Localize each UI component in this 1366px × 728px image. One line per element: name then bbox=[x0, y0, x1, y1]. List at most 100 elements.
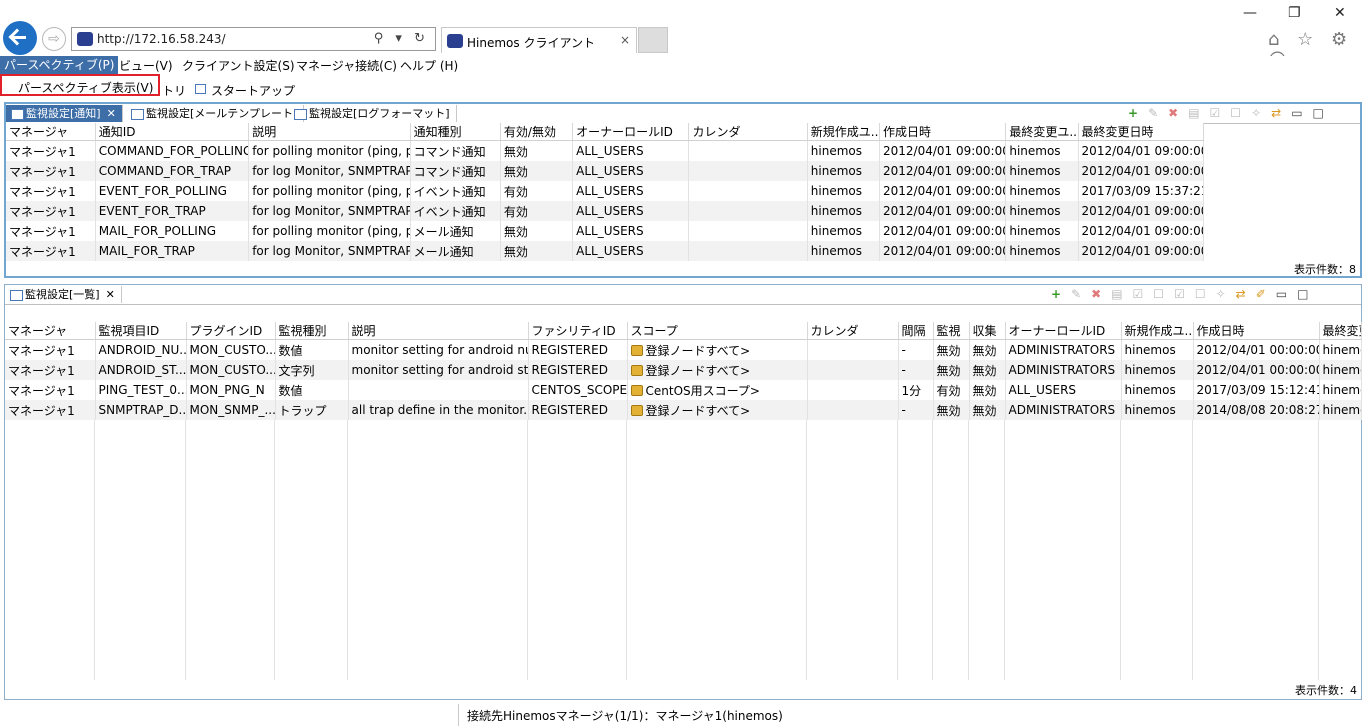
table-cell: monitor setting for android nu... bbox=[348, 339, 529, 360]
column-header[interactable]: 収集 bbox=[969, 322, 1006, 340]
tab-notification[interactable]: 監視設定[通知] ✕ bbox=[6, 105, 123, 122]
minimize-icon[interactable]: — bbox=[1243, 5, 1257, 21]
menu-client-settings[interactable]: クライアント設定(S) bbox=[182, 57, 295, 74]
column-header[interactable]: 監視 bbox=[933, 322, 970, 340]
table-cell: MAIL_FOR_TRAP bbox=[95, 241, 250, 261]
column-header[interactable]: 有効/無効 bbox=[500, 123, 574, 141]
address-tools-icon[interactable]: ⚲ ▾ ↻ bbox=[374, 31, 429, 46]
table-cell: 1分 bbox=[898, 380, 934, 400]
column-header[interactable]: 新規作成ユ... bbox=[1121, 322, 1194, 340]
column-gridline bbox=[1192, 420, 1193, 680]
column-header[interactable]: 説明 bbox=[348, 322, 529, 340]
column-header[interactable]: スコープ bbox=[627, 322, 808, 340]
table-cell: 無効 bbox=[969, 400, 1006, 420]
column-header[interactable]: カレンダ bbox=[807, 322, 899, 340]
table-row[interactable]: マネージャ1 EVENT_FOR_TRAP for log Monitor, SNM… bbox=[6, 201, 1205, 221]
table-cell: 2012/04/01 09:00:00 bbox=[879, 181, 1007, 201]
tab-mail-template[interactable]: 監視設定[メールテンプレート] bbox=[126, 105, 305, 122]
table-row[interactable]: マネージャ1 COMMAND_FOR_TRAP for log Monitor, S… bbox=[6, 161, 1205, 181]
table-row[interactable]: マネージャ1 SNMPTRAP_D... MON_SNMP_... トラップ all t… bbox=[5, 400, 1362, 420]
table-row[interactable]: マネージャ1 ANDROID_ST... MON_CUSTO... 文字列 monito… bbox=[5, 360, 1362, 380]
address-bar[interactable]: http://172.16.58.243/ ⚲ ▾ ↻ bbox=[71, 27, 436, 51]
notification-table: マネージャ 通知ID 説明 通知種別 有効/無効 オーナーロールID カレンダ 新規作成ユ..… bbox=[6, 123, 1205, 261]
table-cell: SNMPTRAP_D... bbox=[95, 400, 187, 420]
scope-folder-icon bbox=[630, 384, 643, 396]
menu-item-show-perspective[interactable]: パースペクティブ表示(V) bbox=[18, 79, 153, 96]
column-header[interactable]: 通知ID bbox=[95, 123, 250, 141]
clear-icon: ✧ bbox=[1251, 106, 1272, 120]
table-row[interactable]: マネージャ1 MAIL_FOR_TRAP for log Monitor, SNMP… bbox=[6, 241, 1205, 261]
column-gridline bbox=[94, 420, 95, 680]
tab-close-icon[interactable]: × bbox=[620, 33, 630, 47]
table-row[interactable]: マネージャ1 PING_TEST_0... MON_PNG_N 数値 CENTOS_SC… bbox=[5, 380, 1362, 400]
column-header[interactable]: プラグインID bbox=[186, 322, 276, 340]
table-cell: マネージャ1 bbox=[6, 201, 96, 221]
menu-help[interactable]: ヘルプ (H) bbox=[400, 57, 458, 74]
menu-perspective[interactable]: パースペクティブ(P) bbox=[0, 56, 119, 74]
column-header[interactable]: 監視項目ID bbox=[95, 322, 187, 340]
new-tab-button[interactable] bbox=[638, 27, 668, 53]
startup-perspective[interactable]: スタートアップ bbox=[211, 82, 295, 99]
column-header[interactable]: 説明 bbox=[248, 123, 411, 141]
monitor-toolbar[interactable]: +✎✖▤☑☐☑☐✧⇄✐▭□ bbox=[1051, 287, 1318, 301]
tab-monitor-list[interactable]: 監視設定[一覧] ✕ bbox=[5, 286, 122, 303]
table-cell: hinemos bbox=[1005, 221, 1079, 241]
column-header[interactable]: オーナーロールID bbox=[1005, 322, 1122, 340]
tab-close-icon[interactable]: ✕ bbox=[106, 288, 115, 301]
collect-disable-icon: ☐ bbox=[1194, 287, 1216, 301]
table-cell: ALL_USERS bbox=[1005, 380, 1122, 400]
column-header[interactable]: カレンダ bbox=[688, 123, 808, 141]
table-cell: COMMAND_FOR_POLLING bbox=[95, 140, 250, 161]
menu-view[interactable]: ビュー(V) bbox=[119, 57, 173, 74]
back-button[interactable] bbox=[3, 21, 37, 55]
tab-mail-template-label: 監視設定[メールテンプレート] bbox=[146, 107, 298, 120]
table-row[interactable]: マネージャ1 ANDROID_NU... MON_CUSTO... 数値 monitor… bbox=[5, 339, 1362, 360]
column-header[interactable]: オーナーロールID bbox=[572, 123, 690, 141]
column-header[interactable]: 最終変更ユ... bbox=[1005, 123, 1079, 141]
browser-tab[interactable]: Hinemos クライアント × bbox=[441, 27, 637, 53]
column-header[interactable]: 間隔 bbox=[898, 322, 934, 340]
table-cell: 2012/04/01 09:00:00 bbox=[879, 241, 1007, 261]
column-header[interactable]: 通知種別 bbox=[410, 123, 501, 141]
notification-view-tabs: 監視設定[通知] ✕ 監視設定[メールテンプレート] 監視設定[ログフォーマット]… bbox=[6, 104, 1360, 124]
refresh-icon: ⇄ bbox=[1271, 106, 1292, 120]
forward-button[interactable]: ⇨ bbox=[42, 27, 66, 51]
column-gridline bbox=[626, 420, 627, 680]
table-cell: 2012/04/01 09:00:00 bbox=[879, 140, 1007, 161]
column-header[interactable]: マネージャ bbox=[6, 123, 96, 141]
column-gridline bbox=[185, 420, 186, 680]
browser-toolbar: ⇨ http://172.16.58.243/ ⚲ ▾ ↻ Hinemos クラ… bbox=[0, 0, 1366, 71]
column-header[interactable]: 作成日時 bbox=[1193, 322, 1320, 340]
notification-header-row: マネージャ 通知ID 説明 通知種別 有効/無効 オーナーロールID カレンダ 新規作成ユ..… bbox=[6, 123, 1205, 141]
table-cell: monitor setting for android str... bbox=[348, 360, 529, 380]
column-header[interactable]: 作成日時 bbox=[879, 123, 1007, 141]
column-header[interactable]: 最終変更 bbox=[1319, 322, 1362, 340]
table-cell: 無効 bbox=[500, 161, 574, 181]
column-gridline bbox=[1004, 420, 1005, 680]
table-cell: ADMINISTRATORS bbox=[1005, 360, 1122, 380]
table-cell: コマンド通知 bbox=[410, 161, 501, 181]
table-cell: ADMINISTRATORS bbox=[1005, 339, 1122, 360]
table-cell: ALL_USERS bbox=[572, 201, 690, 221]
column-header[interactable]: 新規作成ユ... bbox=[807, 123, 880, 141]
table-cell: - bbox=[898, 360, 934, 380]
table-cell: メール通知 bbox=[410, 241, 501, 261]
clear-icon: ✧ bbox=[1215, 287, 1236, 301]
table-cell: MON_PNG_N bbox=[186, 380, 276, 400]
restore-icon[interactable]: ❐ bbox=[1288, 5, 1301, 21]
window-close-icon[interactable]: ✕ bbox=[1334, 5, 1346, 21]
table-cell: hinemos bbox=[1121, 400, 1194, 420]
perspective-partial-label[interactable]: トリ bbox=[162, 82, 186, 99]
column-header[interactable]: 最終変更日時 bbox=[1078, 123, 1205, 141]
table-row[interactable]: マネージャ1 COMMAND_FOR_POLLING for polling mon… bbox=[6, 140, 1205, 161]
table-row[interactable]: マネージャ1 EVENT_FOR_POLLING for polling monit… bbox=[6, 181, 1205, 201]
table-row[interactable]: マネージャ1 MAIL_FOR_POLLING for polling monito… bbox=[6, 221, 1205, 241]
column-header[interactable]: 監視種別 bbox=[275, 322, 349, 340]
column-header[interactable]: ファシリティID bbox=[528, 322, 628, 340]
column-header[interactable]: マネージャ bbox=[5, 322, 96, 340]
menu-manager-connection[interactable]: マネージャ接続(C) bbox=[296, 57, 397, 74]
notification-toolbar[interactable]: +✎✖▤☑☐✧⇄▭□ bbox=[1128, 106, 1334, 120]
tab-close-icon[interactable]: ✕ bbox=[107, 107, 116, 120]
tab-log-format[interactable]: 監視設定[ログフォーマット] bbox=[289, 105, 457, 122]
table-cell: マネージャ1 bbox=[5, 400, 96, 420]
